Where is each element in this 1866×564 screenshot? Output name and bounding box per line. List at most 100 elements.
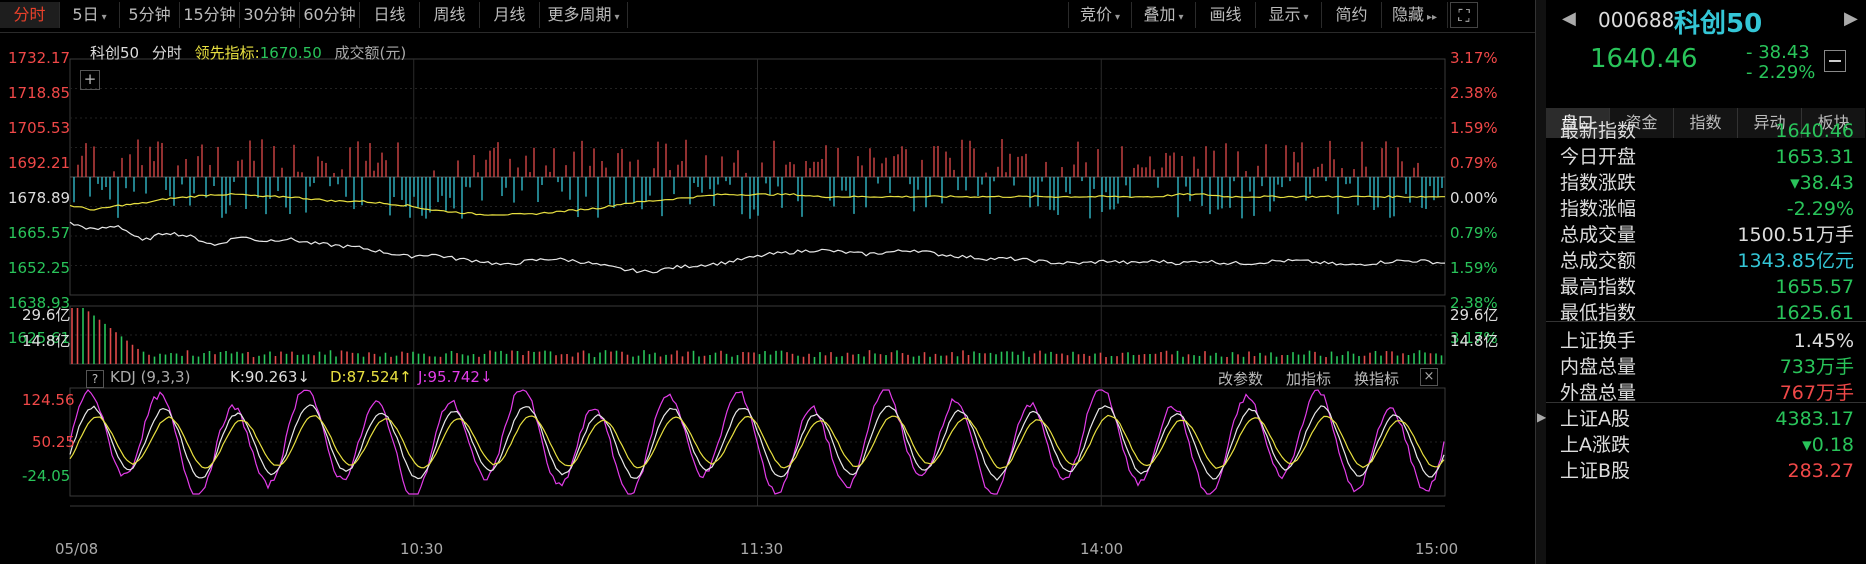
auction-button[interactable]: 竞价 ▾ <box>1068 2 1132 28</box>
quote-row-unit: 万手 <box>1815 356 1854 378</box>
kdj-k-value: K:90.263↓ <box>230 368 310 386</box>
volume-label: 成交额(元) <box>334 44 407 62</box>
add-indicator-button[interactable]: 加指标 <box>1286 368 1331 389</box>
divider <box>1546 321 1866 322</box>
tab-30min[interactable]: 30分钟 <box>240 2 300 28</box>
security-name: 科创50 <box>1674 9 1763 39</box>
tab-5day[interactable]: 5日 ▾ <box>60 2 120 28</box>
hide-button[interactable]: 隐藏 ▸▸ <box>1382 2 1448 28</box>
caret-down-icon: ▾ <box>1178 12 1184 23</box>
time-tick: 15:00 <box>1415 540 1459 558</box>
time-tick: 10:30 <box>400 540 444 558</box>
quote-panel: ◀ 000688 科创50 ▶ 1640.46 - 38.43 - 2.29% … <box>1546 0 1866 564</box>
lead-indicator-value: 1670.50 <box>259 44 322 62</box>
price-tick: 1692.21 <box>8 154 71 172</box>
tab-daily[interactable]: 日线 <box>360 2 420 28</box>
current-price: 1640.46 <box>1590 44 1698 74</box>
chart-mode: 分时 <box>151 44 182 62</box>
quote-row-number: 1640.46 <box>1775 120 1854 142</box>
tab-intraday[interactable]: 分时 <box>0 2 60 28</box>
price-change: - 38.43 <box>1746 42 1810 63</box>
quote-row-label: 上证B股 <box>1560 460 1631 482</box>
quote-row-number: -2.29% <box>1786 198 1854 220</box>
kdj-tick: 124.56 <box>22 391 75 409</box>
quote-row: 最低指数 1625.61 <box>1546 298 1866 328</box>
overlay-button[interactable]: 叠加 ▾ <box>1132 2 1196 28</box>
quote-row-number: 4383.17 <box>1775 408 1854 430</box>
kdj-d-value: D:87.524↑ <box>330 368 412 386</box>
price-change-pct: - 2.29% <box>1746 62 1816 83</box>
volume-tick: 14.8亿 <box>22 332 71 350</box>
pct-tick: 0.00% <box>1450 189 1498 207</box>
expand-arrow-icon[interactable]: ▶ <box>1537 410 1546 424</box>
quote-row-number: 1655.57 <box>1775 276 1854 298</box>
tab-15min[interactable]: 15分钟 <box>180 2 240 28</box>
tab-weekly[interactable]: 周线 <box>420 2 480 28</box>
tab-60min[interactable]: 60分钟 <box>300 2 360 28</box>
prev-arrow-icon[interactable]: ◀ <box>1562 8 1576 29</box>
quote-row-number: 733 <box>1779 356 1816 378</box>
quote-row-number: ▾0.18 <box>1802 434 1854 456</box>
plus-icon[interactable]: + <box>80 70 100 90</box>
quote-row-unit: 万手 <box>1815 382 1854 404</box>
quote-row-value: 1625.61 <box>1775 298 1854 328</box>
intraday-chart: 科创50 分时 领先指标:1670.50 成交额(元) + 1732.17 17… <box>0 34 1535 564</box>
kdj-tick: 50.25 <box>32 433 75 451</box>
quote-row-label: 最低指数 <box>1560 302 1637 324</box>
quote-row-number: 1343.85 <box>1737 250 1816 272</box>
tab-monthly[interactable]: 月线 <box>480 2 540 28</box>
price-tick: 1678.89 <box>8 189 71 207</box>
double-chevron-right-icon: ▸▸ <box>1426 12 1438 23</box>
quote-row-number: 283.27 <box>1787 460 1854 482</box>
time-tick: 14:00 <box>1080 540 1124 558</box>
pct-tick: 1.59% <box>1450 259 1498 277</box>
index-name: 科创50 <box>90 44 140 62</box>
caret-down-icon: ▾ <box>1114 12 1121 23</box>
pct-tick: 3.17% <box>1450 49 1498 67</box>
price-tick: 1718.85 <box>8 84 71 102</box>
pct-tick: 2.38% <box>1450 84 1498 102</box>
close-icon[interactable]: × <box>1420 368 1438 386</box>
security-code: 000688 <box>1598 8 1675 32</box>
caret-down-icon: ▾ <box>101 12 107 23</box>
volume-tick: 14.8亿 <box>1450 332 1499 350</box>
fullscreen-icon[interactable]: ⛶ <box>1450 2 1478 28</box>
minus-icon[interactable] <box>1824 50 1846 72</box>
price-tick: 1705.53 <box>8 119 71 137</box>
help-icon[interactable]: ? <box>86 370 104 388</box>
pct-tick: 0.79% <box>1450 154 1498 172</box>
caret-down-icon: ▾ <box>614 12 620 23</box>
quote-row-number: 767 <box>1779 382 1816 404</box>
volume-tick: 29.6亿 <box>1450 306 1499 324</box>
tab-5min[interactable]: 5分钟 <box>120 2 180 28</box>
quote-row-number: ▾38.43 <box>1790 172 1854 194</box>
time-tick: 05/08 <box>55 540 99 558</box>
kdj-name: KDJ (9,3,3) <box>110 368 191 386</box>
quote-row: 上证B股 283.27 <box>1546 456 1866 486</box>
quote-row-unit: 万手 <box>1815 224 1854 246</box>
display-button[interactable]: 显示 ▾ <box>1256 2 1322 28</box>
next-arrow-icon[interactable]: ▶ <box>1844 8 1858 29</box>
lead-indicator-label: 领先指标: <box>194 44 260 62</box>
quote-row-value: 283.27 <box>1788 456 1854 486</box>
quote-row-number: 1653.31 <box>1775 146 1854 168</box>
kdj-j-value: J:95.742↓ <box>418 368 493 386</box>
switch-indicator-button[interactable]: 换指标 <box>1354 368 1399 389</box>
chart-legend: 科创50 分时 领先指标:1670.50 成交额(元) <box>90 42 406 63</box>
pct-tick: 1.59% <box>1450 119 1498 137</box>
quote-row-number: 1.45% <box>1793 330 1854 352</box>
divider <box>1546 402 1866 403</box>
modify-params-button[interactable]: 改参数 <box>1218 368 1263 389</box>
volume-tick: 29.6亿 <box>22 306 71 324</box>
draw-line-button[interactable]: 画线 <box>1196 2 1256 28</box>
simple-button[interactable]: 简约 <box>1322 2 1382 28</box>
price-tick: 1652.25 <box>8 259 71 277</box>
pct-tick: 0.79% <box>1450 224 1498 242</box>
period-toolbar: 分时 5日 ▾ 5分钟 15分钟 30分钟 60分钟 日线 周线 月线 更多周期 ▾… <box>0 0 1535 33</box>
chart-canvas[interactable] <box>0 34 1535 564</box>
quote-row-unit: 亿元 <box>1815 250 1854 272</box>
caret-down-icon: ▾ <box>1303 12 1309 23</box>
tab-more-periods[interactable]: 更多周期 ▾ <box>540 2 628 28</box>
price-tick: 1665.57 <box>8 224 71 242</box>
price-tick: 1732.17 <box>8 49 71 67</box>
